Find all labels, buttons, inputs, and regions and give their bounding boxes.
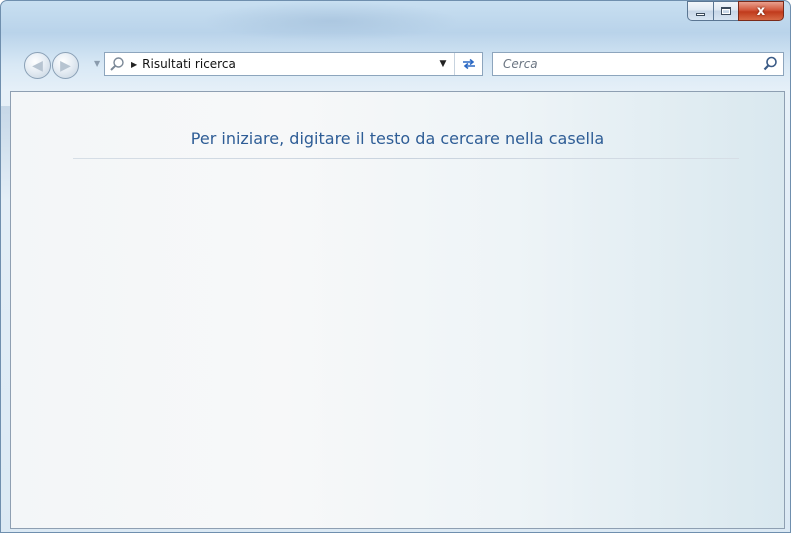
navigation-bar: ◀ ▶ ▼ ▶ Risultati ricerca ▼: [1, 48, 790, 84]
refresh-icon: [462, 58, 475, 70]
search-box[interactable]: [492, 52, 784, 76]
window-edge-shade: [1, 106, 10, 201]
forward-arrow-icon: ▶: [60, 57, 71, 74]
address-dropdown-button[interactable]: ▼: [434, 53, 452, 75]
breadcrumb-separator-icon[interactable]: ▶: [131, 60, 137, 69]
close-icon: x: [756, 3, 766, 19]
back-button[interactable]: ◀: [24, 52, 51, 79]
search-hint-text: Per iniziare, digitare il testo da cerca…: [190, 129, 605, 148]
caption-buttons: x: [687, 1, 784, 21]
search-icon: [105, 53, 129, 75]
maximize-icon: [721, 7, 731, 15]
maximize-button[interactable]: [713, 1, 738, 21]
minimize-button[interactable]: [687, 1, 713, 21]
results-pane: Per iniziare, digitare il testo da cerca…: [10, 91, 785, 529]
search-icon[interactable]: [761, 55, 779, 73]
address-bar[interactable]: ▶ Risultati ricerca ▼: [104, 52, 483, 76]
back-arrow-icon: ◀: [32, 57, 43, 74]
minimize-icon: [696, 12, 705, 16]
explorer-window: x ◀ ▶ ▼ ▶ Risultati ricerca ▼ Cerca Per …: [0, 0, 791, 533]
recent-pages-dropdown[interactable]: ▼: [94, 59, 100, 68]
search-input[interactable]: [493, 53, 753, 75]
hint-divider: [73, 158, 739, 159]
refresh-button[interactable]: [454, 53, 482, 75]
title-bar-glass: [201, 1, 461, 41]
breadcrumb-search-results[interactable]: Risultati ricerca: [142, 57, 236, 71]
close-button[interactable]: x: [738, 1, 784, 21]
forward-button[interactable]: ▶: [52, 52, 79, 79]
